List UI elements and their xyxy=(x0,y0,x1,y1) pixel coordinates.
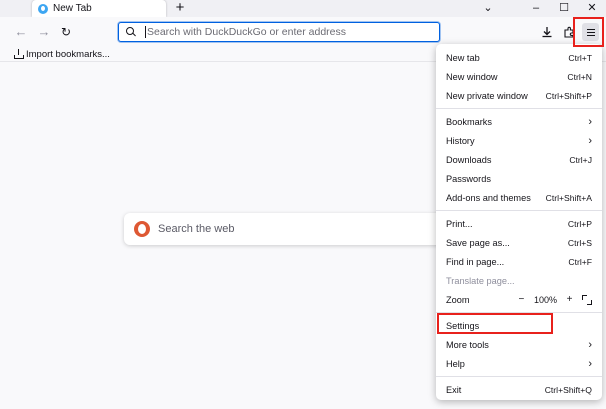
menu-separator xyxy=(436,108,602,109)
zoom-controls: − 100% + xyxy=(516,294,592,305)
firefox-icon xyxy=(38,3,48,14)
menu-item-shortcut: Ctrl+Shift+Q xyxy=(544,384,592,395)
zoom-in-button[interactable]: + xyxy=(564,294,575,305)
menu-item-more-tools[interactable]: More tools › xyxy=(436,335,602,354)
menu-item-addons[interactable]: Add-ons and themes Ctrl+Shift+A xyxy=(436,188,602,207)
menu-item-new-window[interactable]: New window Ctrl+N xyxy=(436,67,602,86)
import-bookmarks-button[interactable]: Import bookmarks... xyxy=(13,49,110,60)
close-window-button[interactable]: ✕ xyxy=(580,0,604,17)
hamburger-icon-line xyxy=(586,31,595,33)
download-icon[interactable] xyxy=(540,25,554,39)
duckduckgo-icon xyxy=(134,221,150,237)
menu-item-label: Help xyxy=(446,358,465,369)
hamburger-icon-line xyxy=(586,34,595,36)
menu-separator xyxy=(436,376,602,377)
menu-item-label: New private window xyxy=(446,90,528,101)
menu-item-settings[interactable]: Settings xyxy=(436,316,602,335)
chevron-right-icon: › xyxy=(588,134,592,147)
menu-separator xyxy=(436,210,602,211)
menu-item-translate: Translate page... xyxy=(436,271,602,290)
minimize-button[interactable]: – xyxy=(524,0,548,17)
address-input[interactable] xyxy=(147,26,427,38)
menu-item-shortcut: Ctrl+S xyxy=(567,237,592,248)
menu-item-print[interactable]: Print... Ctrl+P xyxy=(436,214,602,233)
menu-item-downloads[interactable]: Downloads Ctrl+J xyxy=(436,150,602,169)
menu-item-shortcut: Ctrl+Shift+A xyxy=(545,192,592,203)
menu-item-new-tab[interactable]: New tab Ctrl+T xyxy=(436,48,602,67)
menu-item-label: More tools xyxy=(446,339,489,350)
menu-item-shortcut: Ctrl+P xyxy=(567,218,592,229)
address-bar[interactable] xyxy=(118,22,440,42)
import-icon xyxy=(13,49,24,59)
menu-item-shortcut: Ctrl+Shift+P xyxy=(545,90,592,101)
menu-item-label: New window xyxy=(446,71,498,82)
menu-item-shortcut: Ctrl+T xyxy=(568,52,592,63)
menu-item-label: Bookmarks xyxy=(446,116,492,127)
menu-item-label: Translate page... xyxy=(446,275,515,286)
menu-item-label: Downloads xyxy=(446,154,492,165)
forward-button[interactable]: → xyxy=(36,24,52,40)
reload-button[interactable]: ↻ xyxy=(58,24,74,40)
search-icon xyxy=(125,26,137,38)
menu-item-shortcut: Ctrl+N xyxy=(567,71,592,82)
import-bookmarks-label: Import bookmarks... xyxy=(26,48,110,60)
menu-item-bookmarks[interactable]: Bookmarks › xyxy=(436,112,602,131)
menu-item-label: Settings xyxy=(446,320,480,331)
menu-separator xyxy=(436,312,602,313)
menu-item-label: Zoom xyxy=(446,294,470,305)
maximize-button[interactable]: ☐ xyxy=(552,0,576,17)
menu-item-label: History xyxy=(446,135,475,146)
menu-item-new-private-window[interactable]: New private window Ctrl+Shift+P xyxy=(436,86,602,105)
new-tab-button[interactable]: + xyxy=(172,0,188,17)
web-search-box[interactable]: Search the web xyxy=(124,213,444,245)
tab-strip: New Tab + ⌄ – ☐ ✕ xyxy=(0,0,606,17)
fullscreen-icon[interactable] xyxy=(582,294,592,305)
chevron-right-icon: › xyxy=(588,357,592,370)
web-search-placeholder: Search the web xyxy=(158,223,235,235)
menu-item-zoom: Zoom − 100% + xyxy=(436,290,602,309)
menu-item-label: Print... xyxy=(446,218,473,229)
menu-item-find[interactable]: Find in page... Ctrl+F xyxy=(436,252,602,271)
menu-item-label: Add-ons and themes xyxy=(446,192,531,203)
menu-item-label: Save page as... xyxy=(446,237,510,248)
tab-title: New Tab xyxy=(53,3,92,14)
menu-item-shortcut: Ctrl+F xyxy=(568,256,592,267)
menu-item-save-page[interactable]: Save page as... Ctrl+S xyxy=(436,233,602,252)
zoom-level[interactable]: 100% xyxy=(534,295,557,305)
zoom-out-button[interactable]: − xyxy=(516,294,527,305)
menu-item-label: Exit xyxy=(446,384,462,395)
list-all-tabs-button[interactable]: ⌄ xyxy=(476,0,500,17)
hamburger-icon-line xyxy=(586,28,595,30)
back-button[interactable]: ← xyxy=(13,24,29,40)
menu-item-shortcut: Ctrl+J xyxy=(569,154,592,165)
app-menu-panel: New tab Ctrl+T New window Ctrl+N New pri… xyxy=(436,44,602,400)
chevron-right-icon: › xyxy=(588,338,592,351)
text-caret xyxy=(145,26,146,38)
menu-item-label: Find in page... xyxy=(446,256,505,267)
menu-item-help[interactable]: Help › xyxy=(436,354,602,373)
menu-item-label: Passwords xyxy=(446,173,491,184)
open-menu-button[interactable] xyxy=(582,23,599,41)
extensions-icon[interactable] xyxy=(562,25,576,39)
chevron-right-icon: › xyxy=(588,115,592,128)
menu-item-history[interactable]: History › xyxy=(436,131,602,150)
menu-item-label: New tab xyxy=(446,52,480,63)
menu-item-exit[interactable]: Exit Ctrl+Shift+Q xyxy=(436,380,602,399)
nav-toolbar: ← → ↻ xyxy=(0,17,606,47)
menu-item-passwords[interactable]: Passwords xyxy=(436,169,602,188)
tab-new-tab[interactable]: New Tab xyxy=(32,0,166,17)
